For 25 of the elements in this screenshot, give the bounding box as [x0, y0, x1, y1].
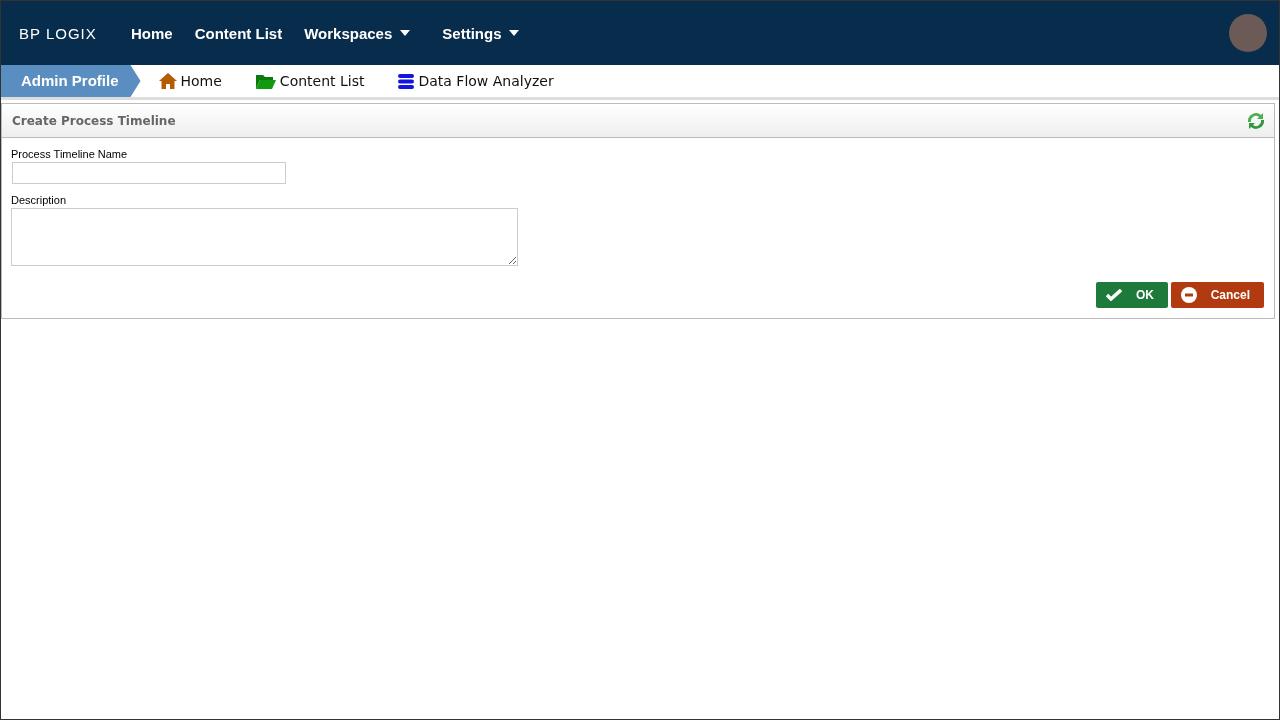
breadcrumb-current: Admin Profile — [1, 65, 141, 97]
folder-icon — [255, 73, 276, 89]
field-label: Process Timeline Name — [11, 148, 129, 160]
refresh-icon[interactable] — [1248, 112, 1264, 129]
field-label: Description — [11, 194, 68, 206]
nav-link[interactable]: Content List — [194, 24, 283, 42]
panel-title: Create Process Timeline — [12, 113, 176, 128]
cancel-button[interactable]: Cancel — [1171, 282, 1264, 308]
breadcrumb-link[interactable]: Content List — [255, 73, 365, 89]
house-icon — [158, 73, 177, 89]
logo[interactable]: BP LOGIX — [19, 24, 131, 42]
caret-icon — [509, 30, 520, 36]
avatar[interactable] — [1229, 14, 1267, 52]
ok-button[interactable]: OK — [1096, 282, 1168, 308]
minus-circle-icon — [1181, 287, 1197, 303]
nav-link[interactable]: Settings — [442, 24, 520, 42]
description-field[interactable] — [11, 208, 518, 266]
name-input-field[interactable] — [12, 162, 286, 184]
checkmark-icon — [1106, 289, 1122, 301]
database-icon — [398, 73, 415, 89]
caret-icon — [400, 30, 411, 36]
breadcrumb-link[interactable]: Data Flow Analyzer — [398, 73, 554, 89]
nav-link[interactable]: Home — [131, 24, 173, 42]
breadcrumb-link[interactable]: Home — [158, 73, 222, 89]
nav-link[interactable]: Workspaces — [304, 24, 411, 42]
